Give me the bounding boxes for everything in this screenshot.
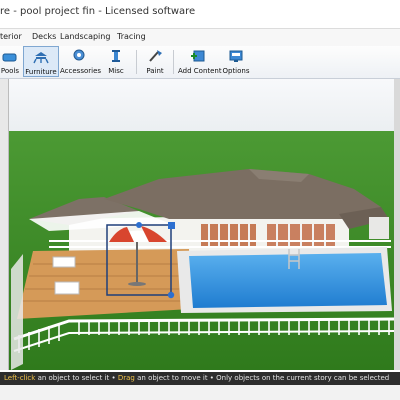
pools-label: Pools xyxy=(0,67,20,75)
resize-handle-top[interactable] xyxy=(168,222,175,229)
pool-icon xyxy=(2,53,17,62)
paint-label: Paint xyxy=(146,67,164,75)
title-bar: re - pool project fin - Licensed softwar… xyxy=(0,0,400,29)
toolbar: Pools Furniture Accessories Misc Paint A… xyxy=(0,46,400,79)
rotate-handle[interactable] xyxy=(136,222,142,228)
status-text: Left-click an object to select it • Drag… xyxy=(4,374,389,382)
furniture-icon xyxy=(33,52,49,64)
tab-decks[interactable]: Decks xyxy=(32,32,56,41)
furniture-label: Furniture xyxy=(25,68,57,76)
add-content-button[interactable]: Add Content xyxy=(178,46,222,77)
house-windows xyxy=(201,224,335,246)
accessories-label: Accessories xyxy=(60,67,102,75)
options-button[interactable]: Options xyxy=(222,46,250,77)
options-icon xyxy=(229,50,243,62)
misc-button[interactable]: Misc xyxy=(101,46,131,77)
accessories-button[interactable]: Accessories xyxy=(60,46,102,77)
status-bar: Left-click an object to select it • Drag… xyxy=(0,372,400,385)
options-label: Options xyxy=(222,67,250,75)
left-panel-edge[interactable] xyxy=(0,79,9,370)
add-content-icon xyxy=(191,50,205,62)
pool-water[interactable] xyxy=(189,253,387,308)
status-drag: Drag xyxy=(117,374,135,382)
tab-exterior[interactable]: terior xyxy=(0,32,22,41)
paint-button[interactable]: Paint xyxy=(142,46,168,77)
sky xyxy=(9,79,394,139)
pools-button[interactable]: Pools xyxy=(0,46,20,77)
pool-deck[interactable] xyxy=(17,249,191,319)
window-bottom-edge xyxy=(0,385,400,400)
add-content-label: Add Content xyxy=(178,67,222,75)
toolbar-separator xyxy=(136,50,137,74)
tab-tracing[interactable]: Tracing xyxy=(117,32,146,41)
right-panel-edge xyxy=(394,79,400,370)
status-select-hint: an object to select it • xyxy=(35,374,118,382)
furniture-button[interactable]: Furniture xyxy=(23,46,59,77)
misc-label: Misc xyxy=(108,67,124,75)
status-move-hint: an object to move it • Only objects on t… xyxy=(134,374,390,382)
resize-handle-bottom[interactable] xyxy=(167,291,175,299)
toolbar-separator xyxy=(173,50,174,74)
accessories-icon xyxy=(73,49,84,61)
menu-bar: terior Decks Landscaping Tracing xyxy=(0,29,400,46)
3d-scene[interactable] xyxy=(9,79,394,370)
paint-icon xyxy=(149,50,162,62)
window-title: re - pool project fin - Licensed softwar… xyxy=(0,6,196,17)
3d-viewport[interactable] xyxy=(9,79,394,370)
misc-icon xyxy=(112,50,120,62)
tab-landscaping[interactable]: Landscaping xyxy=(60,32,110,41)
status-left-click: Left-click xyxy=(4,374,36,382)
